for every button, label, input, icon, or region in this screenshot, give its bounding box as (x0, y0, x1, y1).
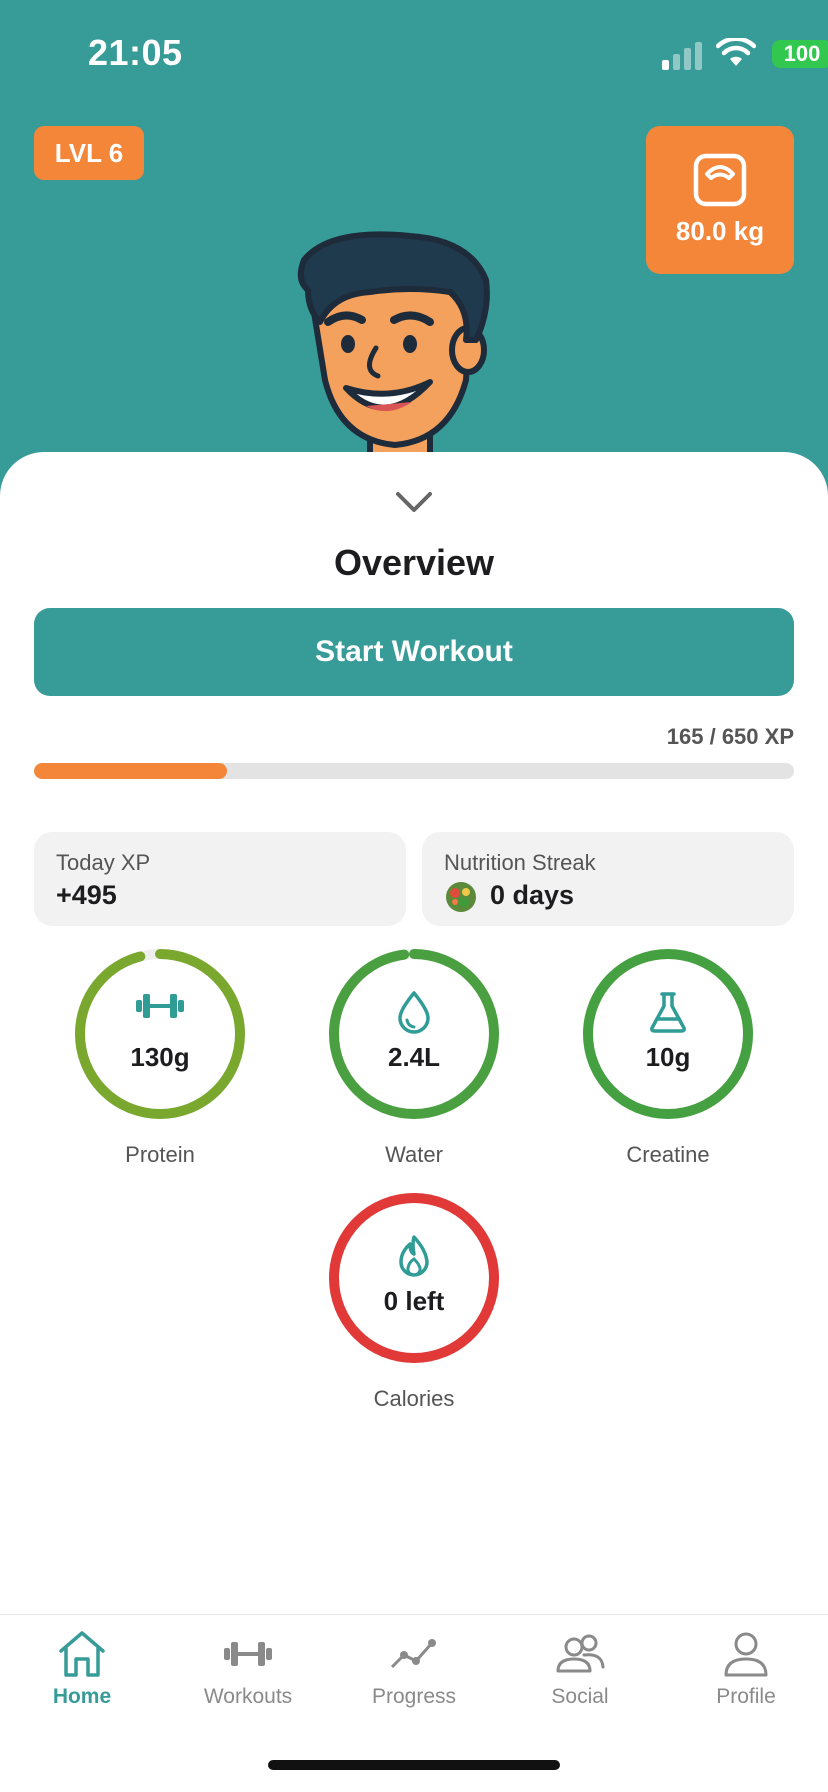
status-bar: 21:05 100 (0, 0, 828, 110)
avatar[interactable] (290, 230, 510, 460)
water-ring[interactable]: 2.4L Water (324, 944, 504, 1167)
protein-ring-chart (75, 949, 245, 1119)
today-xp-label: Today XP (56, 850, 151, 875)
tab-profile[interactable]: Profile (676, 1629, 816, 1739)
tab-home[interactable]: Home (12, 1629, 152, 1739)
creatine-ring-arc (583, 949, 753, 1119)
salad-icon (446, 882, 476, 912)
creatine-value: 10g (645, 1042, 691, 1072)
creatine-ring[interactable]: 10g Creatine (578, 944, 758, 1167)
calories-label: Calories (373, 1386, 455, 1411)
xp-progress-fill (34, 763, 228, 779)
water-ring-arc (329, 949, 499, 1119)
tab-label: Workouts (203, 1685, 293, 1708)
calories-value: 0 left (383, 1286, 445, 1316)
water-ring-chart (329, 949, 499, 1119)
home-indicator (268, 1760, 560, 1770)
wifi-icon (716, 38, 756, 66)
scale-icon (693, 153, 747, 207)
tab-workouts[interactable]: Workouts (178, 1629, 318, 1739)
tab-label: Social (551, 1685, 609, 1708)
protein-value: 130g (130, 1042, 190, 1072)
water-value: 2.4L (387, 1042, 441, 1072)
tab-label: Profile (716, 1685, 776, 1708)
nutrition-streak-card[interactable]: Nutrition Streak 0 days (422, 832, 794, 926)
tab-label: Progress (371, 1685, 457, 1708)
person-icon (724, 1632, 768, 1677)
calories-ring[interactable]: 0 left Calories (324, 1188, 504, 1411)
start-workout-button[interactable]: Start Workout (34, 608, 794, 696)
home-icon (59, 1631, 105, 1677)
creatine-ring-chart (583, 949, 753, 1119)
level-badge[interactable]: LVL 6 (34, 126, 144, 180)
nutrition-streak-value: 0 days (490, 880, 575, 910)
weight-card[interactable]: 80.0 kg (646, 126, 794, 274)
trend-icon (390, 1639, 436, 1669)
dumbbell-icon (224, 1642, 272, 1666)
battery-indicator: 100 (772, 40, 828, 68)
people-icon (556, 1634, 605, 1673)
droplet-icon (398, 991, 430, 1034)
creatine-label: Creatine (626, 1142, 710, 1167)
protein-ring-arc (75, 949, 245, 1119)
today-xp-value: +495 (56, 880, 117, 910)
protein-ring[interactable]: 130g Protein (70, 944, 250, 1167)
chevron-down-icon[interactable] (394, 490, 434, 514)
nutrition-streak-label: Nutrition Streak (444, 850, 596, 875)
weight-value: 80.0 kg (675, 216, 765, 246)
today-xp-card[interactable]: Today XP +495 (34, 832, 406, 926)
flame-icon (399, 1235, 429, 1277)
page-title: Overview (333, 542, 495, 583)
tab-label: Home (52, 1685, 112, 1708)
tab-social[interactable]: Social (510, 1629, 650, 1739)
tab-progress[interactable]: Progress (344, 1629, 484, 1739)
overview-sheet: Overview Start Workout 165 / 650 XP Toda… (0, 452, 828, 1792)
status-time: 21:05 (88, 32, 183, 73)
xp-text: 165 / 650 XP (666, 724, 794, 749)
xp-progress-bar (34, 763, 794, 779)
water-label: Water (385, 1142, 443, 1167)
protein-label: Protein (125, 1142, 195, 1167)
signal-icon (662, 42, 702, 70)
flask-icon (650, 992, 686, 1033)
dumbbell-icon (136, 994, 184, 1018)
